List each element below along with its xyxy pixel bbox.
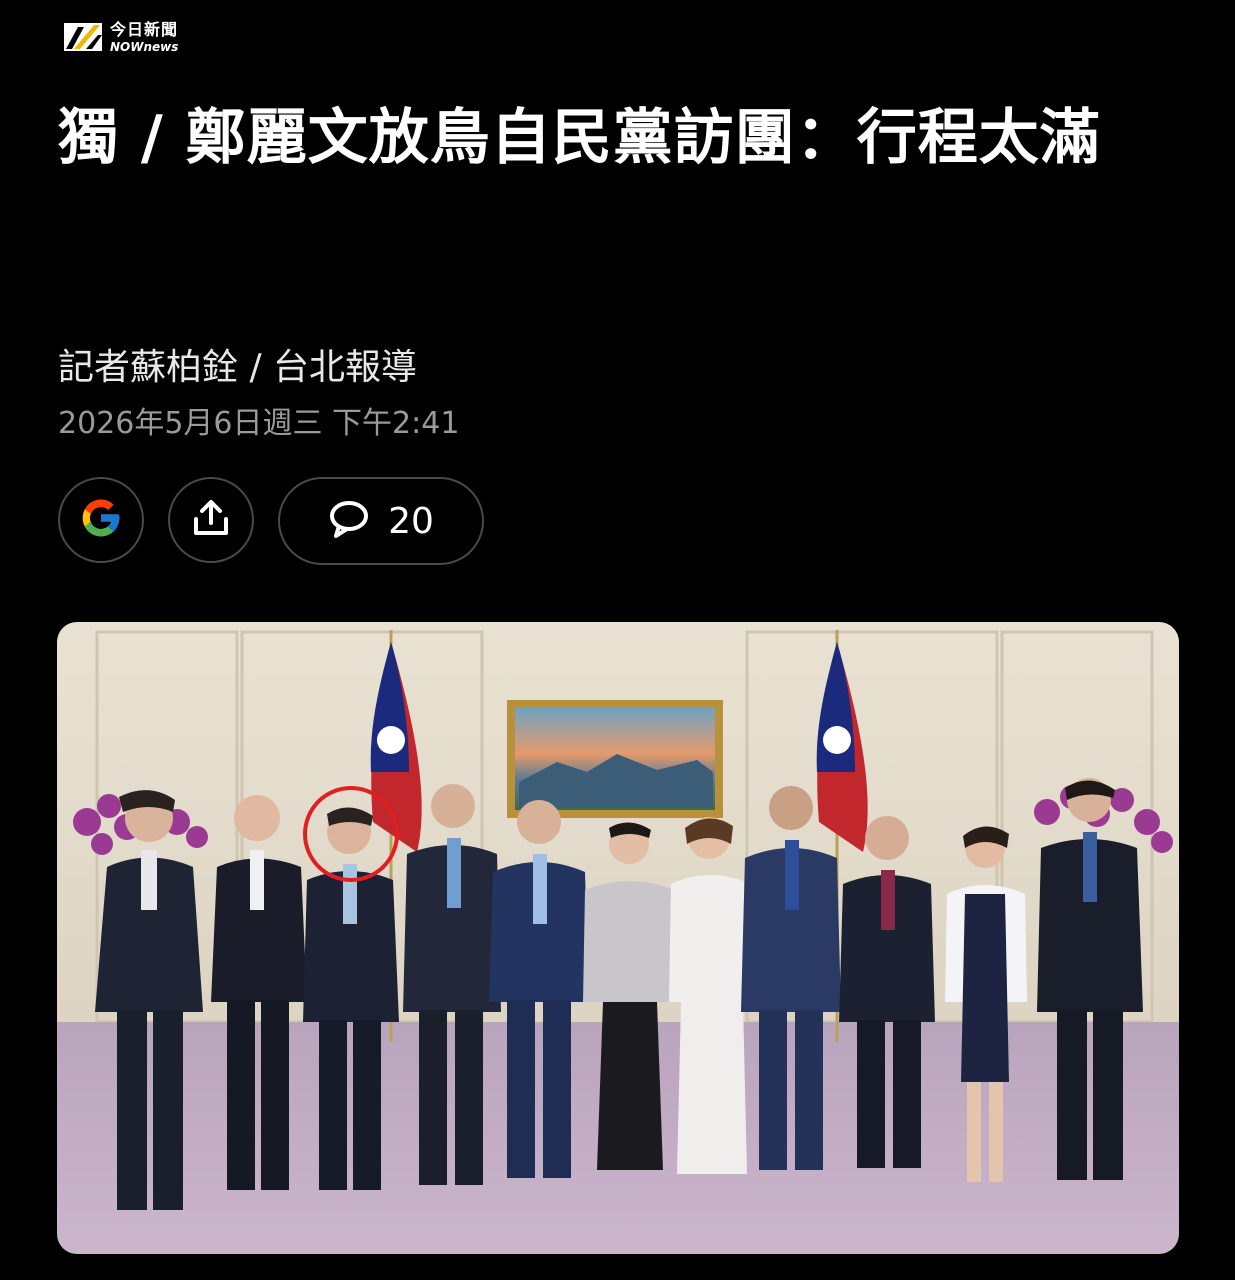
brand-name-cn: 今日新聞 xyxy=(110,19,179,39)
article-headline: 獨 / 鄭麗文放鳥自民黨訪團：行程太滿 xyxy=(58,103,1101,173)
article-photo[interactable] xyxy=(57,622,1179,1254)
article-byline: 記者蘇柏銓 / 台北報導 xyxy=(58,347,418,388)
comment-count: 20 xyxy=(388,500,434,542)
google-button[interactable] xyxy=(58,477,144,563)
brand-logo[interactable]: 今日新聞 NOWnews xyxy=(64,16,178,58)
comment-button[interactable]: 20 xyxy=(278,477,484,565)
comment-icon xyxy=(328,498,370,544)
share-button[interactable] xyxy=(168,477,254,563)
nownews-logo-icon xyxy=(64,17,104,57)
share-icon xyxy=(190,497,232,543)
article-actions: 20 xyxy=(58,477,484,565)
article-date: 2026年5月6日週三 下午2:41 xyxy=(58,406,460,441)
google-icon xyxy=(79,496,123,544)
brand-name-en: NOWnews xyxy=(110,39,179,54)
